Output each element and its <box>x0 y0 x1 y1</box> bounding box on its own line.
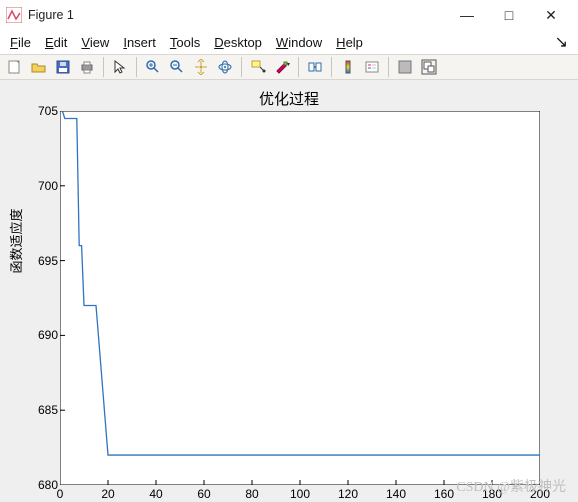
x-tick-label: 160 <box>434 487 454 501</box>
toolbar: ▾ <box>0 54 578 80</box>
menu-help[interactable]: Help <box>336 35 363 50</box>
watermark: CSDN @紫极神光 <box>456 476 566 496</box>
zoom-out-icon[interactable] <box>166 56 188 78</box>
toolbar-separator <box>388 57 389 77</box>
x-tick-label: 140 <box>386 487 406 501</box>
maximize-button[interactable]: □ <box>488 1 530 29</box>
y-tick-label: 695 <box>38 254 58 268</box>
y-tick-label: 685 <box>38 403 58 417</box>
menu-edit[interactable]: Edit <box>45 35 67 50</box>
menu-bar: File Edit View Insert Tools Desktop Wind… <box>0 30 578 54</box>
rotate3d-icon[interactable] <box>214 56 236 78</box>
x-tick-label: 100 <box>290 487 310 501</box>
toolbar-separator <box>331 57 332 77</box>
data-cursor-icon[interactable] <box>247 56 269 78</box>
zoom-in-icon[interactable] <box>142 56 164 78</box>
legend-icon[interactable] <box>361 56 383 78</box>
minimize-button[interactable]: — <box>446 1 488 29</box>
link-plot-icon[interactable] <box>304 56 326 78</box>
y-tick-label: 680 <box>38 478 58 492</box>
svg-text:▾: ▾ <box>287 62 290 68</box>
menu-tools[interactable]: Tools <box>170 35 200 50</box>
chart-title: 优化过程 <box>10 88 568 109</box>
x-tick-label: 80 <box>245 487 258 501</box>
window-title: Figure 1 <box>28 8 446 22</box>
matlab-figure-icon <box>6 7 22 23</box>
toolbar-separator <box>136 57 137 77</box>
toolbar-separator <box>298 57 299 77</box>
menu-view[interactable]: View <box>81 35 109 50</box>
new-figure-icon[interactable] <box>4 56 26 78</box>
brush-icon[interactable]: ▾ <box>271 56 293 78</box>
x-tick-label: 20 <box>101 487 114 501</box>
y-axis-label: 函数适应度 <box>6 208 25 273</box>
plot-wrapper: 函数适应度 0204060801001201401601802006806856… <box>10 111 568 501</box>
close-button[interactable]: ✕ <box>530 1 572 29</box>
dock-icon[interactable] <box>418 56 440 78</box>
hide-tools-icon[interactable] <box>394 56 416 78</box>
axes[interactable] <box>60 111 540 485</box>
chart-area: 优化过程 函数适应度 02040608010012014016018020068… <box>0 80 578 502</box>
colorbar-icon[interactable] <box>337 56 359 78</box>
toolbar-separator <box>103 57 104 77</box>
print-icon[interactable] <box>76 56 98 78</box>
menu-file[interactable]: File <box>10 35 31 50</box>
menu-window[interactable]: Window <box>276 35 322 50</box>
title-bar: Figure 1 — □ ✕ <box>0 0 578 30</box>
menu-insert[interactable]: Insert <box>123 35 156 50</box>
y-tick-label: 690 <box>38 328 58 342</box>
pointer-icon[interactable] <box>109 56 131 78</box>
x-tick-label: 40 <box>149 487 162 501</box>
toolbar-separator <box>241 57 242 77</box>
x-tick-label: 60 <box>197 487 210 501</box>
save-icon[interactable] <box>52 56 74 78</box>
y-tick-label: 700 <box>38 179 58 193</box>
pan-icon[interactable] <box>190 56 212 78</box>
open-icon[interactable] <box>28 56 50 78</box>
menu-desktop[interactable]: Desktop <box>214 35 262 50</box>
x-tick-label: 120 <box>338 487 358 501</box>
y-tick-label: 705 <box>38 104 58 118</box>
menu-overflow-icon[interactable]: ↘ <box>555 32 568 52</box>
